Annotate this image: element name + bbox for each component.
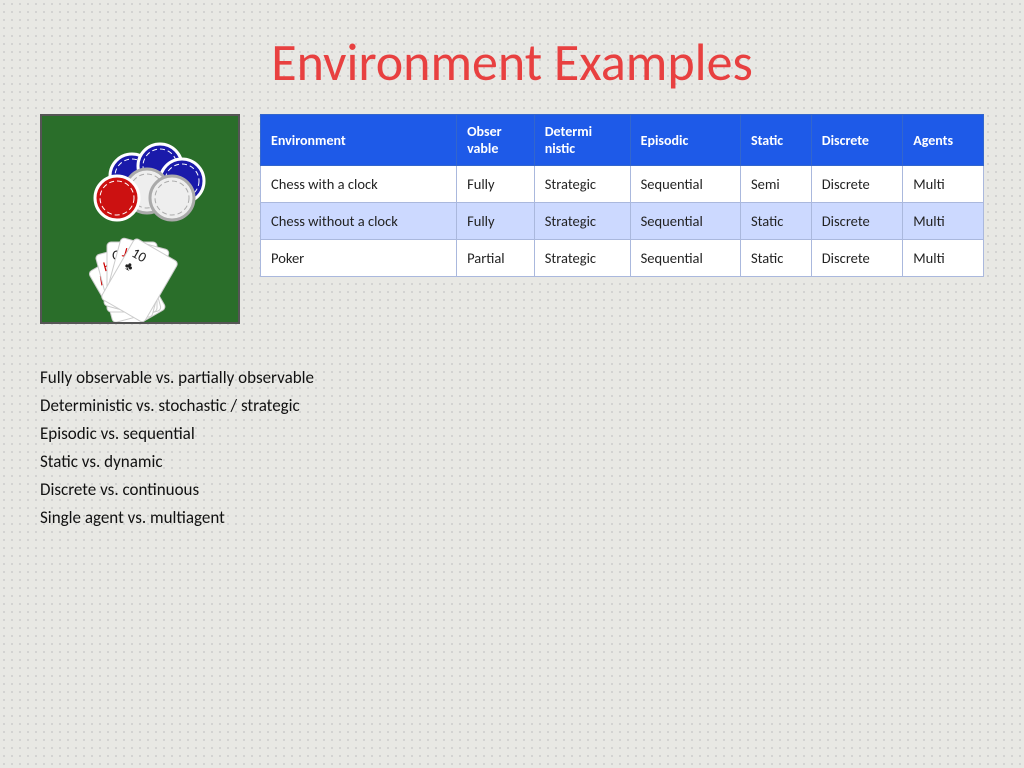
table-container: Environment Observable Deterministic Epi… xyxy=(260,114,984,277)
bottom-notes: Fully observable vs. partially observabl… xyxy=(40,364,984,532)
table-cell: Partial xyxy=(457,240,535,277)
table-cell: Multi xyxy=(903,203,984,240)
table-cell: Sequential xyxy=(630,166,740,203)
table-cell: Fully xyxy=(457,166,535,203)
casino-image: A ♥ K ♦ Q ♠ J ♥ xyxy=(40,114,240,324)
content-area: A ♥ K ♦ Q ♠ J ♥ xyxy=(40,114,984,324)
table-cell: Discrete xyxy=(811,240,902,277)
table-cell: Strategic xyxy=(534,240,630,277)
table-cell: Strategic xyxy=(534,203,630,240)
table-cell: Discrete xyxy=(811,203,902,240)
col-discrete: Discrete xyxy=(811,115,902,166)
table-row: Chess with a clockFullyStrategicSequenti… xyxy=(261,166,984,203)
note-item: Static vs. dynamic xyxy=(40,448,984,476)
slide-title: Environment Examples xyxy=(40,30,984,94)
table-cell: Poker xyxy=(261,240,457,277)
table-cell: Multi xyxy=(903,240,984,277)
table-cell: Static xyxy=(740,240,811,277)
col-agents: Agents xyxy=(903,115,984,166)
note-item: Discrete vs. continuous xyxy=(40,476,984,504)
col-environment: Environment xyxy=(261,115,457,166)
note-item: Single agent vs. multiagent xyxy=(40,504,984,532)
note-item: Fully observable vs. partially observabl… xyxy=(40,364,984,392)
slide: Environment Examples xyxy=(0,0,1024,768)
table-cell: Discrete xyxy=(811,166,902,203)
col-episodic: Episodic xyxy=(630,115,740,166)
table-cell: Semi xyxy=(740,166,811,203)
col-deterministic: Deterministic xyxy=(534,115,630,166)
table-cell: Fully xyxy=(457,203,535,240)
table-cell: Chess with a clock xyxy=(261,166,457,203)
table-body: Chess with a clockFullyStrategicSequenti… xyxy=(261,166,984,277)
note-item: Episodic vs. sequential xyxy=(40,420,984,448)
table-cell: Strategic xyxy=(534,166,630,203)
table-cell: Chess without a clock xyxy=(261,203,457,240)
table-row: Chess without a clockFullyStrategicSeque… xyxy=(261,203,984,240)
environments-table: Environment Observable Deterministic Epi… xyxy=(260,114,984,277)
col-observable: Observable xyxy=(457,115,535,166)
table-header-row: Environment Observable Deterministic Epi… xyxy=(261,115,984,166)
table-cell: Sequential xyxy=(630,203,740,240)
col-static: Static xyxy=(740,115,811,166)
note-item: Deterministic vs. stochastic / strategic xyxy=(40,392,984,420)
table-cell: Static xyxy=(740,203,811,240)
table-cell: Multi xyxy=(903,166,984,203)
table-cell: Sequential xyxy=(630,240,740,277)
table-row: PokerPartialStrategicSequentialStaticDis… xyxy=(261,240,984,277)
